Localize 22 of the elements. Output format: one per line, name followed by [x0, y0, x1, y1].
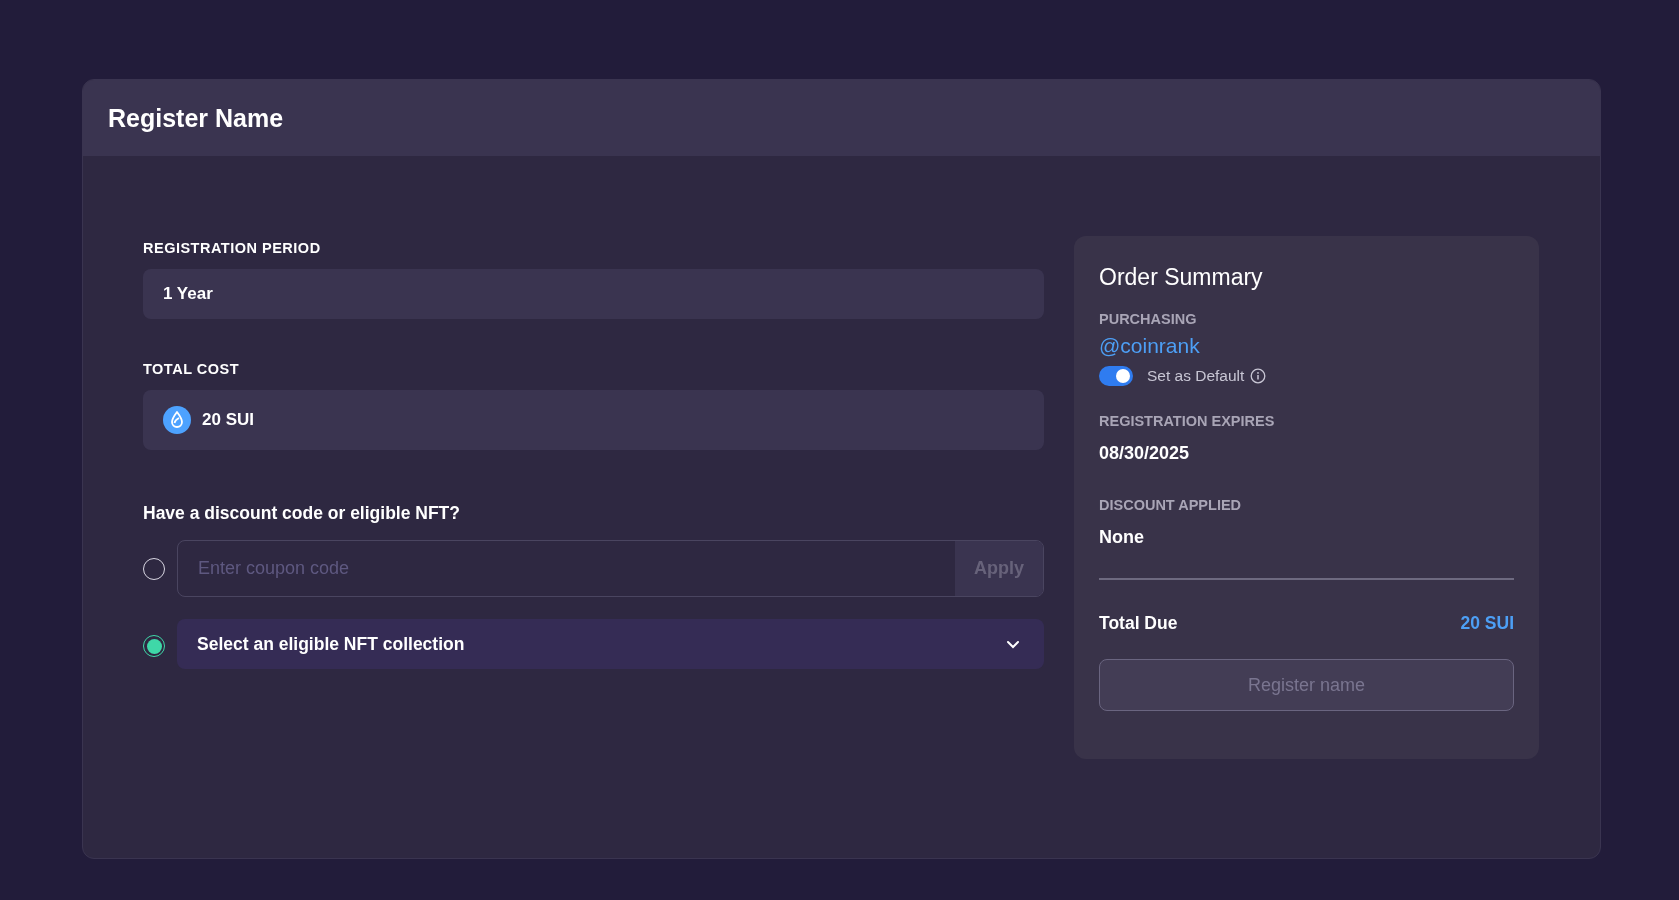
- summary-label: REGISTRATION EXPIRES: [1099, 413, 1276, 429]
- card-title: Register Name: [108, 103, 284, 133]
- dropdown-value: Select an eligible NFT collection: [197, 633, 465, 655]
- summary-label: DISCOUNT APPLIED: [1099, 497, 1243, 513]
- info-icon[interactable]: [1250, 368, 1267, 384]
- toggle-label: Set as Default: [1147, 367, 1245, 385]
- total-value: 20 SUI: [1460, 613, 1514, 634]
- nft-dropdown[interactable]: Select an eligible NFT collection: [177, 619, 1044, 669]
- field-label: TOTAL COST: [143, 361, 241, 377]
- cost-value: 20 SUI: [202, 410, 254, 430]
- period-field[interactable]: 1 Year: [143, 269, 1044, 319]
- summary-label: PURCHASING: [1099, 311, 1198, 327]
- default-toggle[interactable]: [1099, 366, 1133, 386]
- name-link[interactable]: @coinrank: [1099, 334, 1514, 358]
- field-label: REGISTRATION PERIOD: [143, 240, 322, 256]
- chevron-down-icon: [1006, 639, 1020, 649]
- discount-question: Have a discount code or eligible NFT?: [143, 503, 461, 524]
- expiry-date: 08/30/2025: [1099, 443, 1191, 464]
- total-label: Total Due: [1099, 613, 1178, 634]
- summary-title: Order Summary: [1099, 264, 1264, 291]
- discount-value: None: [1099, 527, 1145, 548]
- droplet-icon: [163, 406, 191, 434]
